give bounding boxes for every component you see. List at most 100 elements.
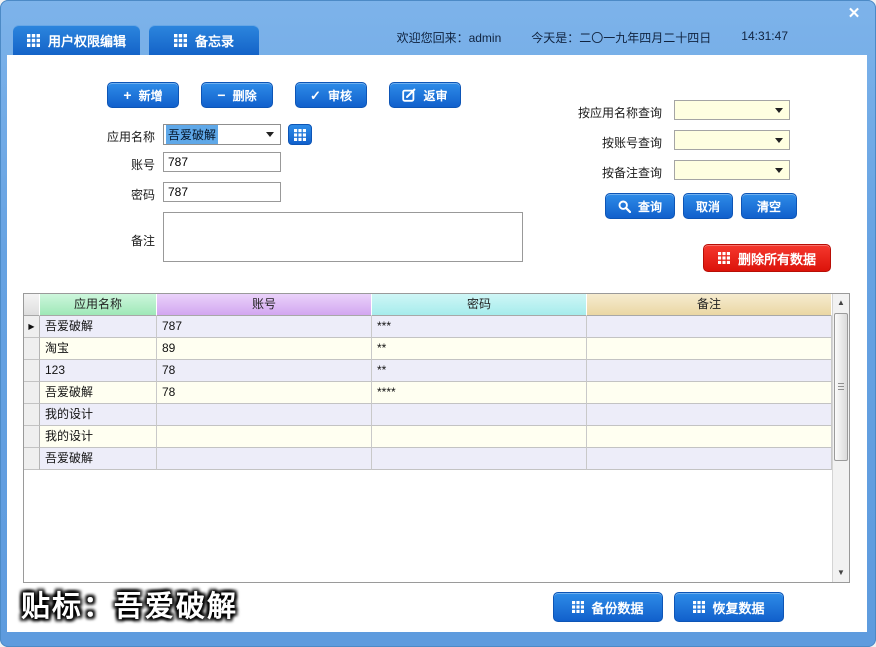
query-by-app-name-label: 按应用名称查询	[577, 106, 662, 120]
table-cell[interactable]: 吾爱破解	[40, 316, 157, 338]
time-text: 14:31:47	[741, 29, 788, 43]
table-cell[interactable]	[587, 360, 832, 382]
table-cell[interactable]: ****	[372, 382, 587, 404]
grid-icon	[27, 33, 40, 47]
tab-memo[interactable]: 备忘录	[149, 25, 260, 55]
close-icon: ✕	[847, 5, 861, 22]
app-window: 用户权限编辑 备忘录 欢迎您回来：admin 今天是：二〇一九年四月二十四日 1…	[0, 0, 876, 647]
table-row[interactable]: 淘宝 89 **	[24, 338, 832, 360]
table-row[interactable]: 我的设计	[24, 404, 832, 426]
table-cell[interactable]	[587, 404, 832, 426]
table-cell[interactable]: 78	[157, 360, 372, 382]
table-cell[interactable]: **	[372, 360, 587, 382]
vertical-scrollbar[interactable]: ▲ ▼	[832, 294, 849, 582]
row-selector[interactable]	[24, 360, 40, 382]
cancel-label: 取消	[696, 199, 721, 214]
delete-all-button[interactable]: 删除所有数据	[703, 244, 831, 272]
scroll-thumb[interactable]	[834, 313, 848, 461]
plus-icon: +	[123, 87, 132, 103]
table-cell[interactable]	[587, 382, 832, 404]
restore-label: 恢复数据	[712, 600, 765, 616]
header-app-name[interactable]: 应用名称	[40, 294, 157, 316]
grid-icon	[717, 252, 730, 264]
account-label: 账号	[130, 158, 155, 172]
table-cell[interactable]	[372, 426, 587, 448]
check-icon: ✓	[310, 87, 321, 103]
add-button[interactable]: + 新增	[107, 82, 179, 108]
table-row[interactable]: 我的设计	[24, 426, 832, 448]
app-name-value: 吾爱破解	[166, 125, 219, 144]
table-cell[interactable]	[587, 338, 832, 360]
query-by-remark-combobox[interactable]	[674, 160, 790, 180]
chevron-down-icon	[775, 167, 783, 173]
table-row[interactable]: ▶ 吾爱破解 787 ***	[24, 316, 832, 338]
table-header: 应用名称 账号 密码 备注	[24, 294, 849, 316]
grid-icon	[693, 601, 706, 613]
tab-bar: 用户权限编辑 备忘录	[13, 25, 260, 55]
cancel-button[interactable]: 取消	[683, 193, 734, 219]
table-cell[interactable]	[372, 404, 587, 426]
reaudit-button[interactable]: 返审	[389, 82, 461, 108]
table-cell[interactable]	[372, 448, 587, 470]
table-cell[interactable]: 淘宝	[40, 338, 157, 360]
scroll-up-icon[interactable]: ▲	[833, 295, 849, 311]
app-name-grid-button[interactable]	[288, 124, 312, 145]
table-cell[interactable]	[157, 448, 372, 470]
delete-button[interactable]: − 删除	[201, 82, 273, 108]
row-selector[interactable]	[24, 338, 40, 360]
table-cell[interactable]: 吾爱破解	[40, 382, 157, 404]
row-selector[interactable]	[24, 426, 40, 448]
row-selector[interactable]	[24, 404, 40, 426]
content-area: + 新增 − 删除 ✓ 审核 返审 应用名称 吾爱破解 账号 787 密码 78…	[7, 55, 867, 632]
restore-data-button[interactable]: 恢复数据	[674, 592, 784, 622]
account-field[interactable]	[163, 152, 281, 172]
password-field[interactable]	[163, 182, 281, 202]
close-button[interactable]: ✕	[845, 5, 863, 23]
table-cell[interactable]: **	[372, 338, 587, 360]
audit-button[interactable]: ✓ 审核	[295, 82, 367, 108]
table-cell[interactable]: 787	[157, 316, 372, 338]
table-cell[interactable]	[587, 448, 832, 470]
titlebar-info: 欢迎您回来：admin 今天是：二〇一九年四月二十四日 14:31:47	[397, 29, 788, 46]
scroll-thumb-grip	[838, 383, 844, 390]
tab-user-permission-edit[interactable]: 用户权限编辑	[13, 25, 141, 55]
query-by-app-name-combobox[interactable]	[674, 100, 790, 120]
table-row[interactable]: 吾爱破解 78 ****	[24, 382, 832, 404]
scroll-down-icon[interactable]: ▼	[833, 565, 849, 581]
titlebar: 用户权限编辑 备忘录 欢迎您回来：admin 今天是：二〇一九年四月二十四日 1…	[0, 0, 876, 55]
query-by-remark-label: 按备注查询	[601, 166, 662, 180]
header-remark[interactable]: 备注	[587, 294, 832, 316]
delete-label: 删除	[232, 88, 257, 103]
header-password[interactable]: 密码	[372, 294, 587, 316]
row-marker-icon[interactable]: ▶	[24, 316, 40, 338]
query-by-account-combobox[interactable]	[674, 130, 790, 150]
table-cell[interactable]: 89	[157, 338, 372, 360]
table-row[interactable]: 吾爱破解	[24, 448, 832, 470]
chevron-down-icon	[266, 132, 274, 137]
row-selector[interactable]	[24, 448, 40, 470]
table-cell[interactable]: 123	[40, 360, 157, 382]
reaudit-label: 返审	[423, 88, 448, 103]
table-cell[interactable]: 吾爱破解	[40, 448, 157, 470]
table-cell[interactable]: 我的设计	[40, 404, 157, 426]
chevron-down-icon	[775, 107, 783, 113]
data-grid: 应用名称 账号 密码 备注 ▶ 吾爱破解 787 *** 淘宝 89 ** 123 78 ** 吾爱…	[23, 293, 850, 583]
clear-button[interactable]: 清空	[741, 193, 798, 219]
table-cell[interactable]: 78	[157, 382, 372, 404]
remark-field[interactable]	[163, 212, 523, 262]
backup-label: 备份数据	[591, 600, 644, 616]
table-cell[interactable]	[587, 426, 832, 448]
date-text: 今天是：二〇一九年四月二十四日	[531, 31, 712, 45]
table-cell[interactable]: ***	[372, 316, 587, 338]
table-cell[interactable]	[157, 426, 372, 448]
table-cell[interactable]	[587, 316, 832, 338]
table-body: ▶ 吾爱破解 787 *** 淘宝 89 ** 123 78 ** 吾爱破解 78 **** 我的设计 我的…	[24, 316, 832, 582]
header-account[interactable]: 账号	[157, 294, 372, 316]
row-selector[interactable]	[24, 382, 40, 404]
app-name-combobox[interactable]: 吾爱破解	[163, 124, 281, 145]
table-row[interactable]: 123 78 **	[24, 360, 832, 382]
search-button[interactable]: 查询	[605, 193, 676, 219]
table-cell[interactable]	[157, 404, 372, 426]
backup-data-button[interactable]: 备份数据	[553, 592, 663, 622]
table-cell[interactable]: 我的设计	[40, 426, 157, 448]
